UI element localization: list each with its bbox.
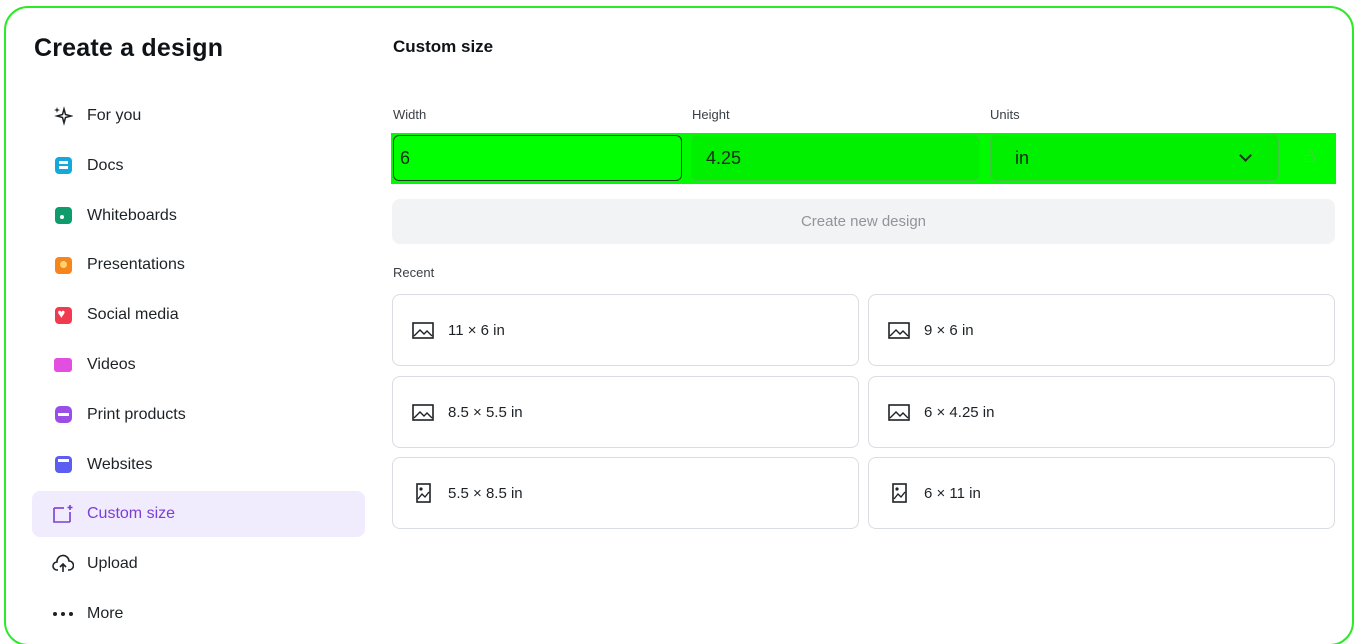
sidebar-item-label: Social media bbox=[87, 306, 179, 324]
sidebar-item-label: For you bbox=[87, 107, 142, 124]
height-label: Height bbox=[692, 107, 730, 122]
printer-icon bbox=[52, 404, 74, 426]
sidebar-item-whiteboards[interactable]: Whiteboards bbox=[32, 193, 365, 239]
sidebar-item-upload[interactable]: Upload bbox=[32, 541, 365, 587]
lock-icon[interactable] bbox=[1305, 150, 1315, 162]
cloud-upload-icon bbox=[52, 553, 74, 575]
sidebar-item-label: Presentations bbox=[87, 256, 185, 274]
sparkle-icon bbox=[52, 105, 74, 127]
sidebar-item-print-products[interactable]: Print products bbox=[32, 392, 365, 438]
sidebar-item-custom-size[interactable]: Custom size bbox=[32, 491, 365, 538]
sidebar-item-social-media[interactable]: Social media bbox=[32, 292, 365, 338]
width-label: Width bbox=[393, 107, 427, 122]
recent-size-label: 11 × 6 in bbox=[448, 321, 505, 339]
units-label: Units bbox=[990, 107, 1020, 122]
recent-size-label: 9 × 6 in bbox=[924, 321, 974, 339]
chevron-down-icon bbox=[1239, 149, 1252, 162]
landscape-image-icon bbox=[888, 321, 910, 339]
sidebar-item-label: Custom size bbox=[87, 505, 176, 523]
docs-icon bbox=[52, 155, 74, 177]
recent-size-card[interactable]: 11 × 6 in bbox=[392, 294, 859, 366]
recent-size-card[interactable]: 9 × 6 in bbox=[868, 294, 1335, 366]
sidebar-item-label: Print products bbox=[87, 405, 186, 423]
width-input[interactable]: 6 bbox=[393, 135, 682, 181]
recent-size-card[interactable]: 5.5 × 8.5 in bbox=[392, 457, 859, 529]
sidebar-item-websites[interactable]: Websites bbox=[32, 442, 365, 488]
sidebar-item-label: Whiteboards bbox=[87, 206, 177, 224]
landscape-image-icon bbox=[412, 403, 434, 421]
sidebar-item-label: Upload bbox=[87, 555, 138, 573]
units-value: in bbox=[1015, 147, 1030, 168]
sidebar-item-label: Videos bbox=[87, 355, 136, 373]
portrait-image-icon bbox=[412, 483, 434, 503]
sidebar-item-label: More bbox=[87, 604, 124, 622]
height-value: 4.25 bbox=[706, 147, 742, 168]
recent-size-card[interactable]: 6 × 11 in bbox=[868, 457, 1335, 529]
recent-size-label: 5.5 × 8.5 in bbox=[448, 484, 523, 502]
create-new-design-button[interactable]: Create new design bbox=[392, 199, 1335, 244]
recent-size-label: 6 × 11 in bbox=[924, 484, 981, 502]
sidebar-item-for-you[interactable]: For you bbox=[32, 93, 365, 139]
section-title: Custom size bbox=[393, 37, 494, 56]
recent-size-label: 8.5 × 5.5 in bbox=[448, 403, 523, 421]
presentation-icon bbox=[52, 254, 74, 276]
sidebar-item-presentations[interactable]: Presentations bbox=[32, 242, 365, 288]
more-dots-icon bbox=[52, 603, 74, 625]
portrait-image-icon bbox=[888, 483, 910, 503]
website-icon bbox=[52, 454, 74, 476]
landscape-image-icon bbox=[888, 403, 910, 421]
units-select[interactable]: in bbox=[990, 135, 1279, 181]
sidebar: For you Docs Whiteboards Presentations S… bbox=[32, 93, 365, 641]
sidebar-item-label: Websites bbox=[87, 455, 153, 473]
sidebar-item-videos[interactable]: Videos bbox=[32, 342, 365, 388]
sidebar-item-label: Docs bbox=[87, 156, 124, 174]
heart-icon bbox=[52, 304, 74, 326]
recent-size-card[interactable]: 6 × 4.25 in bbox=[868, 376, 1335, 448]
video-icon bbox=[52, 354, 74, 376]
sidebar-item-more[interactable]: More bbox=[32, 591, 365, 637]
recent-size-card[interactable]: 8.5 × 5.5 in bbox=[392, 376, 859, 448]
height-input[interactable]: 4.25 bbox=[691, 135, 980, 181]
sidebar-item-docs[interactable]: Docs bbox=[32, 143, 365, 189]
width-value: 6 bbox=[400, 147, 411, 168]
page-title: Create a design bbox=[34, 34, 224, 62]
custom-size-icon bbox=[52, 503, 74, 525]
landscape-image-icon bbox=[412, 321, 434, 339]
whiteboard-icon bbox=[52, 205, 74, 227]
recent-label: Recent bbox=[393, 265, 435, 280]
recent-size-label: 6 × 4.25 in bbox=[924, 403, 995, 421]
